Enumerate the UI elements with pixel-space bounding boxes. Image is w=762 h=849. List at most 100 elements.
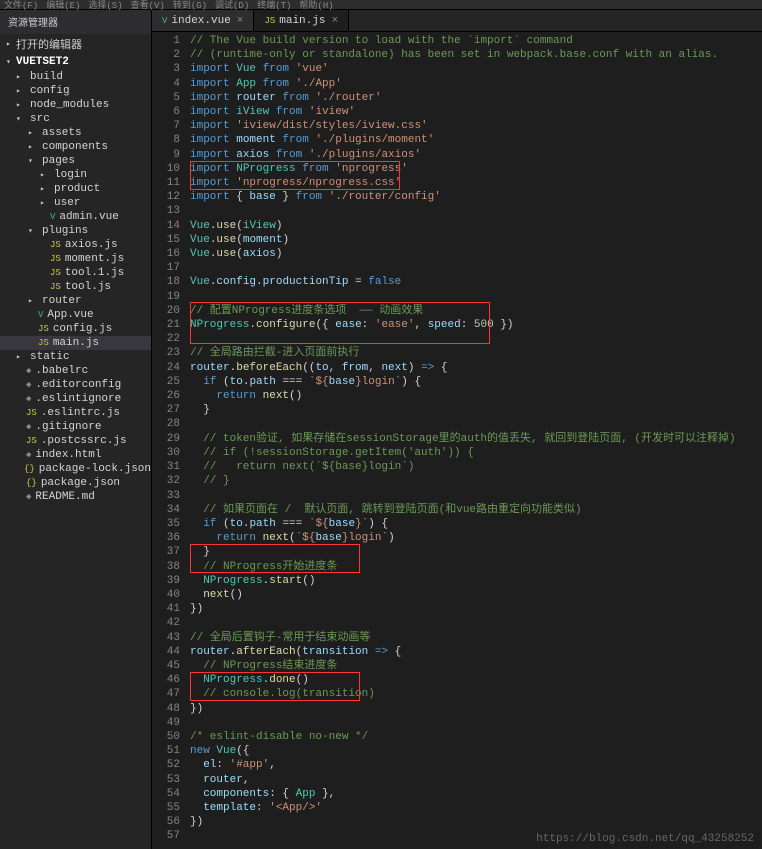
editor-tab[interactable]: V index.vue× (152, 10, 254, 31)
code-line[interactable]: router, (190, 773, 762, 787)
tree-item[interactable]: JS .eslintrc.js (0, 406, 151, 420)
code-line[interactable]: if (to.path === `${base}`) { (190, 517, 762, 531)
tree-item[interactable]: JS main.js (0, 336, 151, 350)
tree-item[interactable]: ▸login (0, 168, 151, 182)
tree-item[interactable]: ◆ README.md (0, 490, 151, 504)
tree-item[interactable]: ▸product (0, 182, 151, 196)
code-area[interactable]: // The Vue build version to load with th… (190, 32, 762, 849)
code-line[interactable]: // (runtime-only or standalone) has been… (190, 48, 762, 62)
code-line[interactable]: // if (!sessionStorage.getItem('auth')) … (190, 446, 762, 460)
tree-item[interactable]: JS tool.js (0, 280, 151, 294)
code-line[interactable]: // token验证, 如果存储在sessionStorage里的auth的值丢… (190, 432, 762, 446)
code-line[interactable]: // NProgress结束进度条 (190, 659, 762, 673)
code-line[interactable]: template: '<App/>' (190, 801, 762, 815)
tree-item[interactable]: ▸router (0, 294, 151, 308)
js-icon: JS (38, 338, 49, 348)
editor-tab[interactable]: JS main.js× (254, 10, 349, 31)
tree-item[interactable]: ◆ .babelrc (0, 364, 151, 378)
tree-item[interactable]: JS moment.js (0, 252, 151, 266)
code-line[interactable] (190, 616, 762, 630)
code-line[interactable]: router.beforeEach((to, from, next) => { (190, 361, 762, 375)
code-line[interactable]: import axios from './plugins/axios' (190, 148, 762, 162)
tree-item[interactable]: JS .postcssrc.js (0, 434, 151, 448)
code-line[interactable]: next() (190, 588, 762, 602)
code-line[interactable]: import router from './router' (190, 91, 762, 105)
code-line[interactable]: NProgress.configure({ ease: 'ease', spee… (190, 318, 762, 332)
code-line[interactable]: /* eslint-disable no-new */ (190, 730, 762, 744)
tree-item[interactable]: ◆ index.html (0, 448, 151, 462)
code-line[interactable]: // console.log(transition) (190, 687, 762, 701)
tree-item[interactable]: ◆ .editorconfig (0, 378, 151, 392)
tree-label: components (42, 141, 108, 153)
tree-item[interactable]: {} package-lock.json (0, 462, 151, 476)
code-line[interactable]: } (190, 403, 762, 417)
code-line[interactable]: Vue.config.productionTip = false (190, 275, 762, 289)
tree-item[interactable]: JS axios.js (0, 238, 151, 252)
code-line[interactable]: NProgress.start() (190, 574, 762, 588)
code-line[interactable] (190, 204, 762, 218)
code-line[interactable]: router.afterEach(transition => { (190, 645, 762, 659)
tree-item[interactable]: ◆ .eslintignore (0, 392, 151, 406)
open-editors-section[interactable]: ▸打开的编辑器 (0, 34, 151, 54)
code-line[interactable]: // 全局路由拦截-进入页面前执行 (190, 346, 762, 360)
tree-item[interactable]: JS tool.1.js (0, 266, 151, 280)
code-line[interactable] (190, 261, 762, 275)
tree-item[interactable]: ▸config (0, 84, 151, 98)
vue-icon: V (50, 212, 55, 222)
code-line[interactable]: }) (190, 602, 762, 616)
tree-item[interactable]: ▸user (0, 196, 151, 210)
code-line[interactable]: import moment from './plugins/moment' (190, 133, 762, 147)
close-icon[interactable]: × (237, 15, 244, 27)
code-line[interactable]: NProgress.done() (190, 673, 762, 687)
code-line[interactable]: import App from './App' (190, 77, 762, 91)
tree-item[interactable]: ▾src (0, 112, 151, 126)
code-line[interactable]: import { base } from './router/config' (190, 190, 762, 204)
menubar[interactable]: 文件(F)编辑(E)选择(S)查看(V)转到(G)调试(D)终端(T)帮助(H) (0, 0, 762, 10)
tree-item[interactable]: ▸assets (0, 126, 151, 140)
code-line[interactable]: } (190, 545, 762, 559)
code-editor[interactable]: 1234567891011121314151617181920212223242… (152, 32, 762, 849)
tree-item[interactable]: ▸components (0, 140, 151, 154)
tree-item[interactable]: JS config.js (0, 322, 151, 336)
code-line[interactable]: // The Vue build version to load with th… (190, 34, 762, 48)
code-line[interactable]: Vue.use(iView) (190, 219, 762, 233)
code-line[interactable]: import 'nprogress/nprogress.css' (190, 176, 762, 190)
code-line[interactable]: // return next(`${base}login`) (190, 460, 762, 474)
code-line[interactable]: el: '#app', (190, 758, 762, 772)
code-line[interactable] (190, 332, 762, 346)
code-line[interactable]: import iView from 'iview' (190, 105, 762, 119)
project-root[interactable]: ▾VUETSET2 (0, 54, 151, 70)
code-line[interactable]: // 全局后置钩子-常用于结束动画等 (190, 631, 762, 645)
code-line[interactable]: import NProgress from 'nprogress' (190, 162, 762, 176)
code-line[interactable]: }) (190, 815, 762, 829)
tree-item[interactable]: ▾pages (0, 154, 151, 168)
code-line[interactable] (190, 716, 762, 730)
code-line[interactable]: components: { App }, (190, 787, 762, 801)
tree-item[interactable]: V admin.vue (0, 210, 151, 224)
close-icon[interactable]: × (331, 15, 338, 27)
code-line[interactable]: return next(`${base}login`) (190, 531, 762, 545)
tree-item[interactable]: {} package.json (0, 476, 151, 490)
tree-item[interactable]: ▾plugins (0, 224, 151, 238)
code-line[interactable] (190, 417, 762, 431)
js-icon: JS (50, 282, 61, 292)
code-line[interactable] (190, 489, 762, 503)
tree-item[interactable]: ▸build (0, 70, 151, 84)
code-line[interactable]: // 配置NProgress进度条选项 —— 动画效果 (190, 304, 762, 318)
code-line[interactable] (190, 290, 762, 304)
tree-item[interactable]: ▸node_modules (0, 98, 151, 112)
code-line[interactable]: }) (190, 702, 762, 716)
code-line[interactable]: // 如果页面在 / 默认页面, 跳转到登陆页面(和vue路由重定向功能类似) (190, 503, 762, 517)
code-line[interactable]: return next() (190, 389, 762, 403)
tree-item[interactable]: ◆ .gitignore (0, 420, 151, 434)
code-line[interactable]: import Vue from 'vue' (190, 62, 762, 76)
code-line[interactable]: new Vue({ (190, 744, 762, 758)
code-line[interactable]: import 'iview/dist/styles/iview.css' (190, 119, 762, 133)
tree-item[interactable]: ▸static (0, 350, 151, 364)
code-line[interactable]: Vue.use(moment) (190, 233, 762, 247)
code-line[interactable]: if (to.path === `${base}login`) { (190, 375, 762, 389)
code-line[interactable]: // } (190, 474, 762, 488)
code-line[interactable]: Vue.use(axios) (190, 247, 762, 261)
tree-item[interactable]: V App.vue (0, 308, 151, 322)
code-line[interactable]: // NProgress开始进度条 (190, 560, 762, 574)
